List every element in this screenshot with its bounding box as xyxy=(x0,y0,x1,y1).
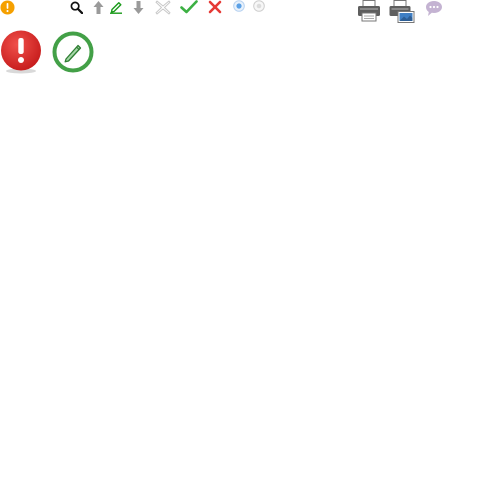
edit-large-icon[interactable] xyxy=(52,31,94,73)
search-icon[interactable] xyxy=(70,1,83,14)
print-preview-icon[interactable] xyxy=(389,0,415,23)
print-icon[interactable] xyxy=(357,0,381,22)
move-up-icon[interactable] xyxy=(93,1,104,14)
error-large-icon xyxy=(0,30,42,74)
radio-selected-icon[interactable] xyxy=(233,0,245,12)
icon-sheet xyxy=(0,0,500,500)
warning-icon xyxy=(0,0,15,15)
edit-icon[interactable] xyxy=(109,0,123,14)
delete-disabled-icon[interactable] xyxy=(155,0,171,15)
comment-icon[interactable] xyxy=(425,0,443,17)
reject-icon[interactable] xyxy=(208,0,222,14)
radio-unselected-icon[interactable] xyxy=(253,0,265,12)
accept-icon[interactable] xyxy=(180,0,198,14)
move-down-icon[interactable] xyxy=(133,1,144,14)
